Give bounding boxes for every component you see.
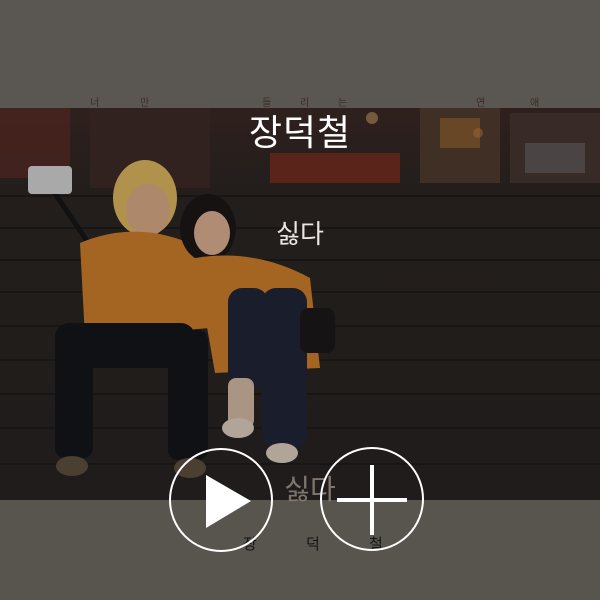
track-title: 싫다 bbox=[276, 220, 324, 250]
album-cover-artist: 장 덕 철 bbox=[0, 533, 600, 555]
album-photo-illustration bbox=[0, 108, 600, 500]
album-artwork bbox=[0, 108, 600, 500]
cover-artist-char: 덕 bbox=[306, 535, 320, 553]
add-to-playlist-button[interactable] bbox=[320, 447, 424, 551]
plus-icon bbox=[337, 465, 407, 535]
player-screen: 너 만 들 리 는 연 애 장덕철 싫다 싫다 장 덕 철 bbox=[0, 0, 600, 600]
artist-name: 장덕철 bbox=[248, 113, 352, 154]
play-icon bbox=[206, 475, 251, 528]
top-background bbox=[0, 0, 600, 108]
play-button[interactable] bbox=[169, 448, 273, 552]
